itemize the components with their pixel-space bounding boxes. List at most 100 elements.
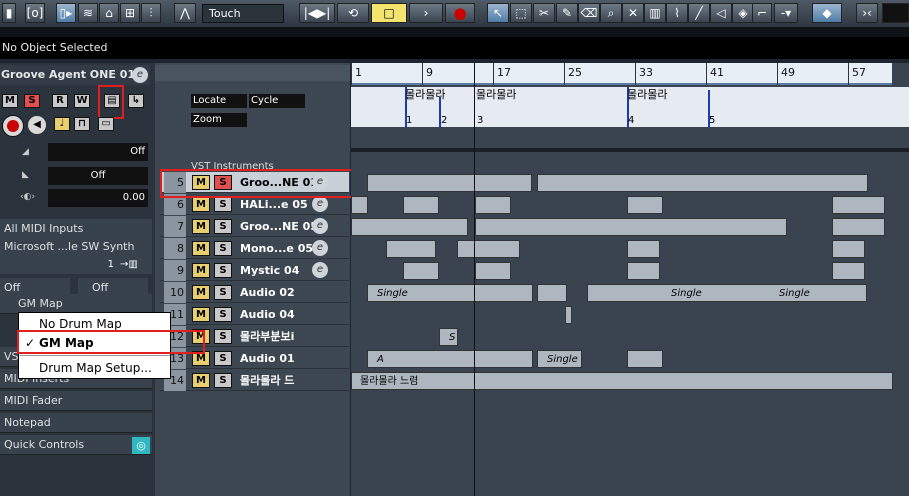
show-channel-icon[interactable]: ⫶ <box>141 3 161 23</box>
split-tool-icon[interactable]: ✂ <box>533 3 555 23</box>
quick-controls-icon[interactable]: ◎ <box>132 437 150 454</box>
midi-part[interactable] <box>457 240 520 258</box>
track-name[interactable]: Audio 04 <box>240 304 295 325</box>
midi-part[interactable] <box>627 196 663 214</box>
solo-button[interactable]: S <box>24 94 40 108</box>
track-solo-button[interactable]: S <box>214 263 232 278</box>
cycle-icon[interactable]: ⟲ <box>337 3 369 23</box>
edit-instrument-icon[interactable]: e <box>312 218 328 234</box>
edit-midi-icon[interactable]: →▥ <box>120 256 144 274</box>
midi-part[interactable] <box>386 240 436 258</box>
midi-part[interactable] <box>403 196 439 214</box>
section-quick-controls[interactable]: Quick Controls <box>0 435 152 455</box>
track-name[interactable]: Audio 01 <box>240 348 295 369</box>
midi-part[interactable] <box>627 262 660 280</box>
show-inspector-icon[interactable]: ▯▸ <box>56 3 76 23</box>
section-notepad[interactable]: Notepad <box>0 413 152 433</box>
activate-project-icon[interactable]: ▮ <box>2 3 16 23</box>
audio-event[interactable] <box>587 284 867 302</box>
automation-icon[interactable]: ⋀ <box>174 3 196 23</box>
midi-part[interactable] <box>475 262 511 280</box>
quantize-select-icon[interactable]: -▾ <box>774 3 798 23</box>
midi-part[interactable] <box>475 196 511 214</box>
midi-part[interactable] <box>537 174 868 192</box>
track-name[interactable]: 몰라부분보i <box>240 326 294 347</box>
midi-part[interactable] <box>367 174 532 192</box>
channel-field[interactable]: 1 <box>94 256 114 274</box>
marker-label[interactable]: 몰라몰라 <box>476 86 516 102</box>
show-overview-icon[interactable]: ≋ <box>78 3 98 23</box>
inspector-track-name[interactable]: Groove Agent ONE 01 <box>0 65 150 85</box>
midi-part[interactable] <box>832 240 865 258</box>
audio-event[interactable] <box>367 350 533 368</box>
mute-button[interactable]: M <box>2 94 18 108</box>
erase-tool-icon[interactable]: ⌫ <box>578 3 600 23</box>
track-mute-button[interactable]: M <box>192 197 210 212</box>
monitor-icon[interactable]: ◀ <box>28 116 46 134</box>
track-mute-button[interactable]: M <box>192 219 210 234</box>
track-solo-button[interactable]: S <box>214 351 232 366</box>
show-mixer-icon[interactable]: ⊞ <box>120 3 140 23</box>
midi-part[interactable] <box>627 240 660 258</box>
track-solo-button[interactable]: S <box>214 219 232 234</box>
cycle-select[interactable]: Cycle <box>249 94 305 108</box>
marker-label[interactable]: 몰라몰라 <box>627 86 667 102</box>
track-mute-button[interactable]: M <box>192 307 210 322</box>
track-name[interactable]: 몰라몰라 드 <box>240 370 294 391</box>
midi-part[interactable] <box>351 196 368 214</box>
go-to-start-end-icon[interactable]: |◀▶| <box>299 3 335 23</box>
range-tool-icon[interactable]: ⬚ <box>510 3 532 23</box>
stop-icon[interactable]: □ <box>371 3 407 23</box>
comp-tool-icon[interactable]: ▥ <box>644 3 666 23</box>
track-row-8[interactable]: 8 M S Mono...e 05 e <box>160 238 349 259</box>
color-swatch-icon[interactable] <box>882 3 909 23</box>
audio-event[interactable] <box>537 284 567 302</box>
track-solo-button[interactable]: S <box>214 285 232 300</box>
edit-instrument-icon[interactable]: e <box>312 196 328 212</box>
nudge-icon[interactable]: ›‹ <box>856 3 878 23</box>
midi-part[interactable] <box>832 262 865 280</box>
edit-instrument-icon[interactable]: e <box>132 67 148 83</box>
locate-select[interactable]: Locate <box>191 94 247 108</box>
menu-item-drum-map-setup[interactable]: Drum Map Setup... <box>19 358 172 378</box>
play-icon[interactable]: › <box>409 3 443 23</box>
drum-map-select[interactable]: GM Map <box>0 294 152 314</box>
section-midi-fader[interactable]: MIDI Fader <box>0 391 152 411</box>
track-name[interactable]: Mono...e 05 <box>240 238 313 259</box>
project-cursor[interactable] <box>474 63 475 496</box>
lane-display-icon[interactable]: ▭ <box>98 117 114 131</box>
automation-mode-select[interactable]: Touch <box>202 4 284 23</box>
pan-field[interactable]: Off <box>48 167 148 185</box>
mute-tool-icon[interactable]: ✕ <box>622 3 644 23</box>
time-warp-icon[interactable]: ⌇ <box>666 3 688 23</box>
line-tool-icon[interactable]: ╱ <box>688 3 710 23</box>
zoom-tool-icon[interactable]: ⌕ <box>600 3 622 23</box>
zoom-select[interactable]: Zoom <box>191 113 247 127</box>
track-solo-button[interactable]: S <box>214 373 232 388</box>
timebase-icon[interactable]: ♩ <box>54 117 70 131</box>
read-button[interactable]: R <box>52 94 68 108</box>
track-mute-button[interactable]: M <box>192 263 210 278</box>
play-tool-icon[interactable]: ◁ <box>710 3 732 23</box>
lanes-icon[interactable]: ↳ <box>128 94 144 108</box>
color-tool-icon[interactable]: ◈ <box>732 3 754 23</box>
snap-to-zero-icon[interactable]: ◆ <box>812 3 842 23</box>
constrain-delay-icon[interactable]: [o] <box>25 3 45 23</box>
audio-event[interactable] <box>351 372 893 390</box>
audio-event[interactable] <box>627 350 663 368</box>
audio-event[interactable] <box>565 306 572 324</box>
midi-part[interactable] <box>832 196 885 214</box>
track-row-14[interactable]: 14 M S 몰라몰라 드 <box>160 370 349 391</box>
track-solo-button[interactable]: S <box>214 329 232 344</box>
track-row-7[interactable]: 7 M S Groo...NE 05 e <box>160 216 349 237</box>
draw-tool-icon[interactable]: ✎ <box>556 3 578 23</box>
record-icon[interactable]: ● <box>445 3 475 23</box>
write-button[interactable]: W <box>74 94 90 108</box>
track-mute-button[interactable]: M <box>192 241 210 256</box>
track-solo-button[interactable]: S <box>214 197 232 212</box>
delay-field[interactable]: 0.00 <box>48 189 148 207</box>
track-row-9[interactable]: 9 M S Mystic 04 e <box>160 260 349 281</box>
midi-output-select[interactable]: Microsoft ...le SW Synth <box>0 237 152 257</box>
midi-part[interactable] <box>475 218 787 236</box>
volume-field[interactable]: Off <box>48 143 148 161</box>
